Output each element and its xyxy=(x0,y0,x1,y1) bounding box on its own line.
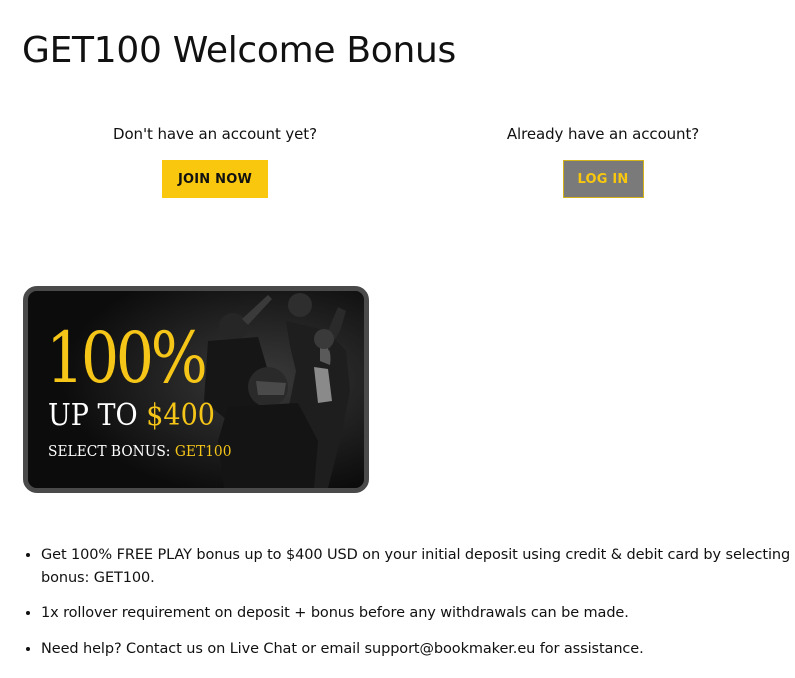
page: GET100 Welcome Bonus Don't have an accou… xyxy=(0,0,795,678)
banner-upto: UP TO $400 xyxy=(48,399,215,433)
login-section: Already have an account? LOG IN xyxy=(453,124,753,198)
list-item: Get 100% FREE PLAY bonus up to $400 USD … xyxy=(41,544,795,590)
list-item: Need help? Contact us on Live Chat or em… xyxy=(41,638,795,661)
promo-banner: 100% UP TO $400 SELECT BONUS: GET100 xyxy=(23,286,369,493)
bonus-terms-list: Get 100% FREE PLAY bonus up to $400 USD … xyxy=(20,544,795,674)
banner-select-bonus: SELECT BONUS: GET100 xyxy=(48,441,231,461)
signup-section: Don't have an account yet? JOIN NOW xyxy=(65,124,365,198)
page-title: GET100 Welcome Bonus xyxy=(22,30,457,71)
login-prompt: Already have an account? xyxy=(506,125,700,143)
banner-upto-label: UP TO xyxy=(48,398,138,433)
log-in-button[interactable]: LOG IN xyxy=(562,160,644,198)
banner-select-label: SELECT BONUS: xyxy=(48,442,171,460)
banner-headline: 100% xyxy=(46,317,208,399)
list-item: 1x rollover requirement on deposit + bon… xyxy=(41,602,795,625)
join-now-button[interactable]: JOIN NOW xyxy=(162,160,268,198)
banner-select-code: GET100 xyxy=(174,442,232,460)
signup-prompt: Don't have an account yet? xyxy=(113,125,317,143)
banner-upto-amount: $400 xyxy=(146,398,215,433)
